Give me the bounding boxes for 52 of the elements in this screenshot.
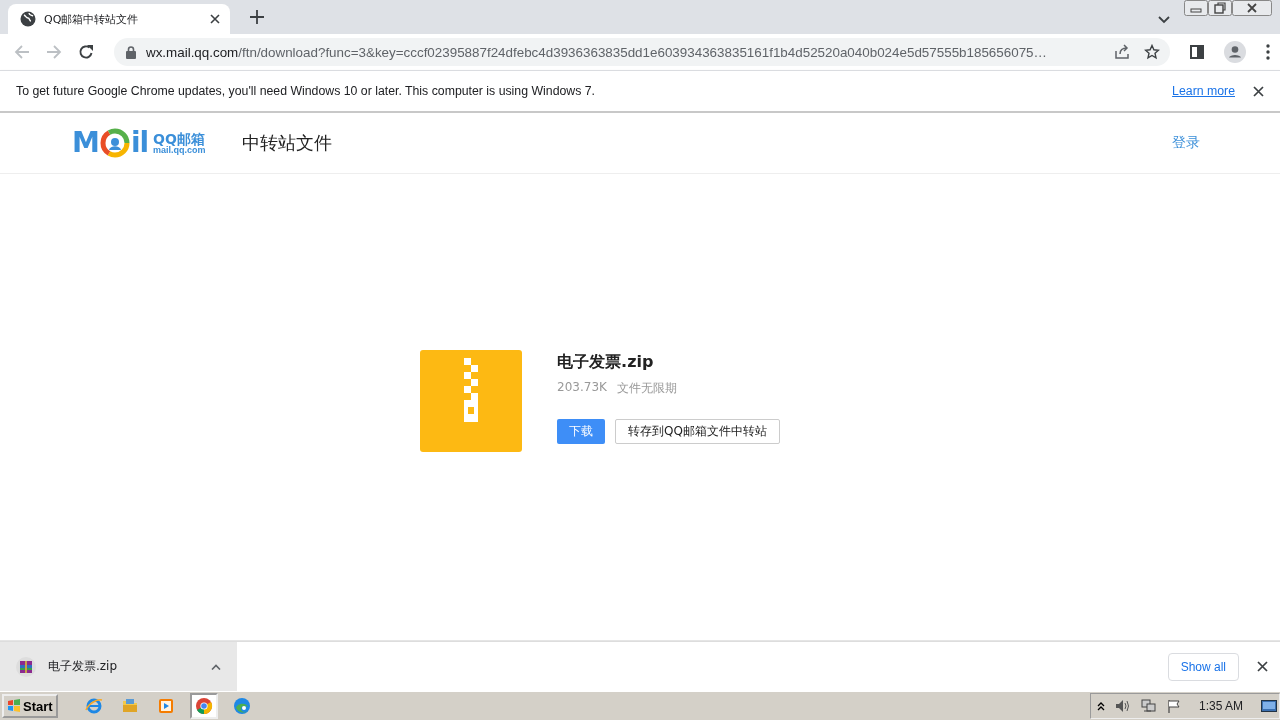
chrome-taskbar-button[interactable] (189, 693, 218, 719)
chrome-icon (194, 697, 213, 715)
address-bar[interactable]: wx.mail.qq.com/ftn/download?func=3&key=cccf02395887f24dfebc4d3936363835dd1e603934363835161f1b4d52520a040b024e5d57555b185656075… (114, 38, 1170, 66)
close-icon[interactable] (210, 14, 220, 24)
start-button[interactable]: Start (2, 694, 58, 718)
tab-title: QQ邮箱中转站文件 (44, 11, 140, 27)
file-name: 电子发票.zip (557, 352, 655, 373)
infobar-message: To get future Google Chrome updates, you'll need Windows 10 or later. This computer is using Windows 7. (16, 84, 595, 98)
logo-name: QQ邮箱 (153, 131, 206, 146)
close-icon[interactable] (1232, 0, 1272, 16)
close-icon[interactable] (1253, 85, 1264, 97)
side-panel-icon[interactable] (1190, 45, 1204, 59)
media-player-icon (156, 697, 175, 715)
minimize-icon[interactable] (1184, 0, 1208, 16)
internet-explorer-icon (84, 697, 103, 715)
profile-icon[interactable] (1224, 41, 1246, 63)
chevron-up-icon[interactable] (211, 663, 221, 670)
learn-more-link[interactable]: Learn more (1172, 84, 1235, 98)
save-to-transfer-button[interactable]: 转存到QQ邮箱文件中转站 (615, 419, 780, 444)
download-item[interactable]: 电子发票.zip (0, 642, 237, 691)
new-tab-icon[interactable] (250, 10, 264, 24)
reload-icon[interactable] (78, 44, 94, 60)
tray-expand-icon[interactable] (1096, 701, 1105, 711)
zip-file-icon (420, 350, 523, 452)
chevron-down-icon[interactable] (1158, 16, 1170, 24)
show-desktop-icon[interactable] (1261, 699, 1277, 713)
close-icon[interactable] (1257, 661, 1268, 672)
logo-letter: M (72, 128, 99, 158)
page-title: 中转站文件 (241, 131, 332, 155)
file-expiry: 文件无限期 (616, 380, 677, 397)
archive-file-icon (16, 656, 36, 677)
speaker-icon[interactable] (1114, 699, 1131, 713)
share-icon[interactable] (1114, 44, 1130, 60)
edge-icon (232, 697, 251, 715)
windows-logo-icon (7, 699, 21, 713)
login-link[interactable]: 登录 (1172, 134, 1200, 152)
browser-tab[interactable]: QQ邮箱中转站文件 (8, 4, 230, 34)
globe-icon (20, 11, 36, 27)
logo-ring-icon (99, 128, 130, 158)
restore-icon[interactable] (1208, 0, 1232, 16)
folder-icon (120, 697, 139, 715)
lock-icon (126, 45, 136, 59)
show-all-button[interactable]: Show all (1167, 652, 1239, 681)
download-file-name: 电子发票.zip (48, 658, 119, 675)
logo-letters: il (130, 128, 149, 158)
file-size: 203.73K (557, 380, 607, 396)
flag-icon[interactable] (1166, 699, 1181, 713)
star-icon[interactable] (1144, 44, 1160, 60)
clock-text: 1:35 AM (1198, 699, 1243, 713)
logo-domain: mail.qq.com (153, 145, 206, 155)
more-menu-icon[interactable] (1266, 44, 1270, 60)
network-icon[interactable] (1140, 699, 1157, 713)
